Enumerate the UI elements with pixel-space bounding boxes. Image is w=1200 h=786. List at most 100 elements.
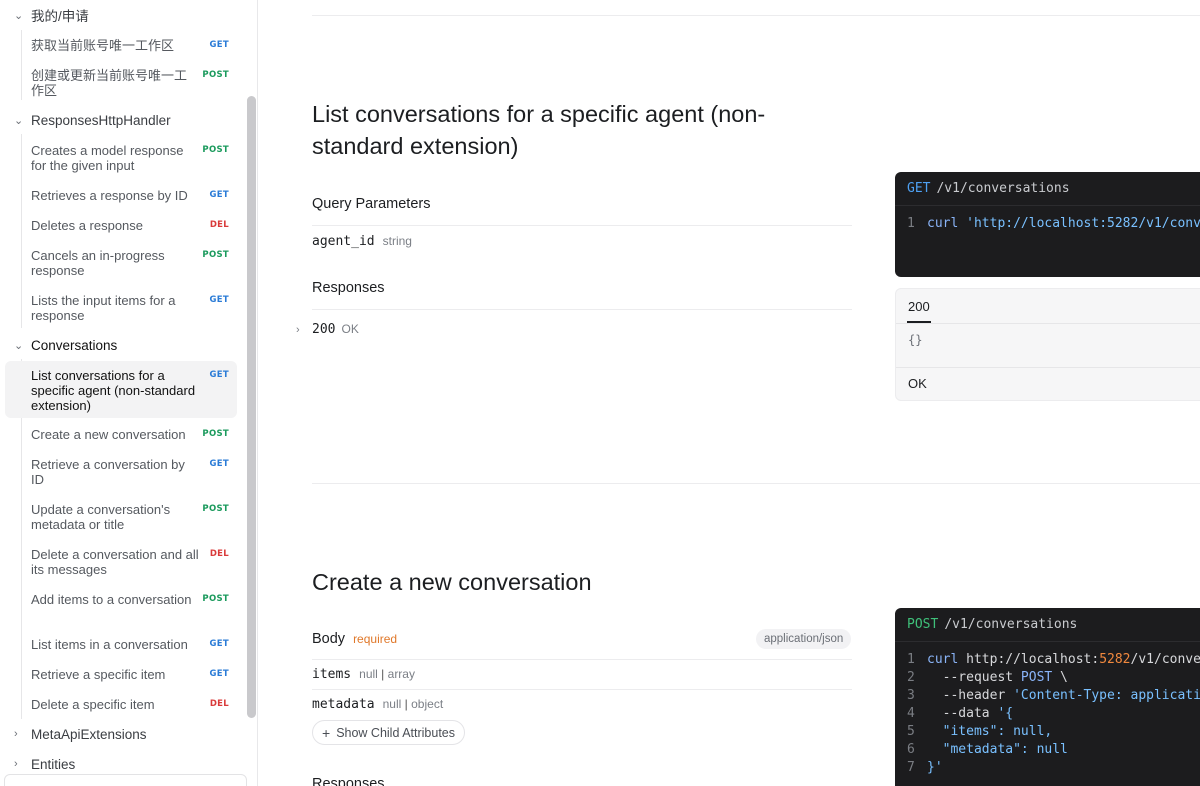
- sidebar-group-mine[interactable]: ⌄ 我的/申请: [0, 3, 240, 27]
- code-token: --data: [927, 705, 998, 721]
- sidebar-group-label: MetaApiExtensions: [31, 726, 147, 742]
- code-line: 6 "metadata": null: [907, 741, 1068, 757]
- method-badge: GET: [209, 459, 229, 469]
- sidebar-item-create-conversation[interactable]: Create a new conversation POST: [5, 427, 237, 443]
- endpoint-path: /v1/conversations: [936, 181, 1070, 196]
- chevron-down-icon: ⌄: [14, 114, 24, 127]
- code-token: }': [927, 759, 943, 775]
- method-badge: DEL: [209, 549, 229, 559]
- method-badge: POST: [202, 70, 229, 80]
- sidebar-group-meta[interactable]: › MetaApiExtensions: [0, 722, 240, 746]
- divider: [896, 367, 1200, 368]
- param-name: agent_id: [312, 234, 375, 249]
- param-type: null | object: [382, 697, 444, 711]
- code-token: "metadata": null: [927, 741, 1068, 757]
- param-type-b: array: [387, 667, 415, 681]
- divider: [312, 689, 852, 690]
- response-200-toggle[interactable]: › 200 OK: [296, 322, 359, 337]
- code-line: 3 --header 'Content-Type: applicatic: [895, 686, 1200, 704]
- sidebar-item-label: Create a new conversation: [31, 427, 186, 442]
- param-name: items: [312, 667, 352, 682]
- divider: [312, 659, 852, 660]
- response-code: 200: [312, 322, 336, 337]
- sidebar-item-label: Update a conversation's metadata or titl…: [31, 502, 171, 532]
- code-line: 1 curl 'http://localhost:5282/v1/conve: [895, 214, 1200, 232]
- method-badge: POST: [202, 429, 229, 439]
- code-token: '{: [997, 705, 1014, 721]
- sidebar-group-responses[interactable]: ⌄ ResponsesHttpHandler: [0, 108, 240, 132]
- sidebar-item-label: 创建或更新当前账号唯一工作区: [31, 68, 188, 98]
- sidebar-item-retrieve-conversation[interactable]: Retrieve a conversation by ID GET: [5, 457, 237, 489]
- method-badge: POST: [202, 504, 229, 514]
- required-badge: required: [353, 632, 398, 646]
- sidebar-item-list-conversations[interactable]: List conversations for a specific agent …: [5, 361, 237, 418]
- divider: [896, 323, 1200, 324]
- code-line: 7 }': [907, 759, 943, 775]
- method-badge: GET: [209, 190, 229, 200]
- sidebar-item-delete-item[interactable]: Delete a specific item DEL: [5, 697, 237, 713]
- section-divider: [312, 15, 1200, 16]
- chevron-down-icon: ⌄: [14, 9, 24, 22]
- chevron-right-icon: ›: [14, 728, 18, 740]
- sidebar-scrollbar[interactable]: [247, 96, 256, 718]
- method-badge: GET: [209, 669, 229, 679]
- body-label: Body: [312, 631, 346, 647]
- sidebar-item-delete-response[interactable]: Deletes a response DEL: [5, 218, 237, 234]
- sidebar-item-get-workspace[interactable]: 获取当前账号唯一工作区 GET: [5, 38, 237, 54]
- sidebar-item-update-conversation[interactable]: Update a conversation's metadata or titl…: [5, 502, 237, 534]
- code-token: http://localhost:: [958, 651, 1100, 667]
- sidebar-item-label: Cancels an in-progress response: [31, 248, 165, 278]
- method-badge: DEL: [209, 220, 229, 230]
- sidebar-footer-button[interactable]: [4, 774, 247, 786]
- http-method: GET: [907, 181, 931, 196]
- sidebar-group-label: Conversations: [31, 337, 118, 353]
- sidebar-item-retrieve-response[interactable]: Retrieves a response by ID GET: [5, 188, 237, 204]
- sidebar-item-label: Deletes a response: [31, 218, 144, 233]
- code-token: "items": null,: [927, 723, 1053, 739]
- method-badge: POST: [202, 250, 229, 260]
- show-child-attributes-button[interactable]: + Show Child Attributes: [312, 720, 465, 745]
- param-name: metadata: [312, 697, 375, 712]
- sidebar-group-label: ResponsesHttpHandler: [31, 112, 171, 128]
- sidebar-item-list-items[interactable]: List items in a conversation GET: [5, 637, 237, 653]
- method-badge: POST: [202, 145, 229, 155]
- code-line: 4 --data '{: [907, 705, 1014, 721]
- request-code-panel: GET /v1/conversations 1 curl 'http://loc…: [895, 172, 1200, 277]
- sidebar-item-create-response[interactable]: Creates a model response for the given i…: [5, 143, 237, 175]
- sidebar-item-label: Lists the input items for a response: [31, 293, 176, 323]
- sidebar-item-add-items[interactable]: Add items to a conversation POST: [5, 592, 237, 624]
- divider: [312, 309, 852, 310]
- sidebar-item-label: Retrieves a response by ID: [31, 188, 188, 203]
- sidebar-item-label: List items in a conversation: [31, 637, 188, 652]
- response-tab-200[interactable]: 200: [908, 299, 930, 314]
- method-badge: GET: [209, 370, 229, 380]
- section-divider: [312, 483, 1200, 484]
- plus-icon: +: [322, 724, 331, 741]
- response-status: OK: [341, 322, 359, 336]
- chevron-right-icon: ›: [296, 324, 300, 336]
- responses-heading: Responses: [312, 776, 385, 786]
- code-token: curl: [927, 215, 959, 231]
- param-type: null | array: [359, 667, 415, 681]
- sidebar-item-cancel-response[interactable]: Cancels an in-progress response POST: [5, 248, 237, 280]
- sidebar-item-label: Retrieve a conversation by ID: [31, 457, 185, 487]
- sidebar-item-label: Retrieve a specific item: [31, 667, 166, 682]
- code-body: 1 curl http://localhost: 5282 /v1/conver…: [895, 642, 1200, 776]
- sidebar-item-list-input-items[interactable]: Lists the input items for a response GET: [5, 293, 237, 325]
- code-token: curl: [927, 651, 959, 667]
- sidebar-item-retrieve-item[interactable]: Retrieve a specific item GET: [5, 667, 237, 683]
- param-agent-id: agent_id string: [312, 234, 412, 249]
- param-type-a: null: [359, 667, 378, 681]
- sidebar-group-conversations[interactable]: ⌄ Conversations: [0, 333, 240, 357]
- content-type-badge: application/json: [756, 629, 852, 649]
- method-badge: DEL: [209, 699, 229, 709]
- endpoint-title: Create a new conversation: [312, 569, 592, 595]
- response-example-panel: 200 {} OK: [895, 288, 1200, 401]
- chevron-right-icon: ›: [14, 758, 18, 770]
- sidebar-item-upsert-workspace[interactable]: 创建或更新当前账号唯一工作区 POST: [5, 68, 237, 100]
- endpoint-path: /v1/conversations: [944, 617, 1078, 632]
- http-method: POST: [907, 617, 939, 632]
- response-description: OK: [908, 376, 927, 391]
- sidebar-group-entities[interactable]: › Entities: [0, 752, 240, 776]
- sidebar-item-delete-conversation[interactable]: Delete a conversation and all its messag…: [5, 547, 237, 579]
